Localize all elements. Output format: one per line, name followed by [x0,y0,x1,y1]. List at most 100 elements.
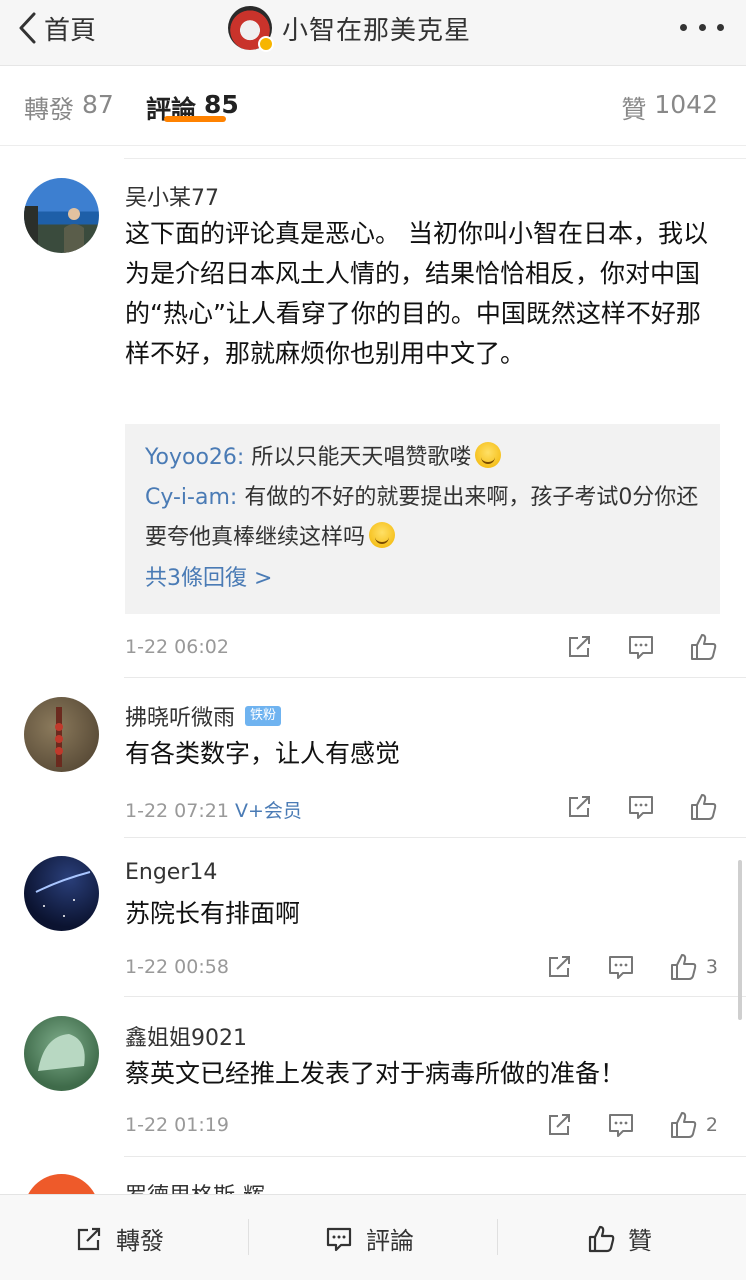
laugh-cry-emoji-icon [369,522,396,548]
like-button[interactable]: 3 [668,952,718,982]
back-label: 首頁 [44,15,97,46]
commenter-name[interactable]: Enger14 [125,860,217,885]
share-icon [548,1114,570,1135]
share-icon [569,796,590,817]
comment-icon [608,956,633,979]
comment-text: 蔡英文已经推上发表了对于病毒所做的准备！ [125,1059,626,1088]
comment-icon [629,796,653,819]
fan-badge: 铁粉 [245,706,282,726]
tab-likes-count: 1042 [654,90,718,119]
commenter-avatar[interactable] [24,178,99,253]
tab-bar: 轉發 87 評論 85 贊 1042 [0,66,746,146]
divider [124,837,746,838]
comment-actions: 2 [544,1110,718,1140]
reply-item: Yoyoo26: 所以只能天天唱赞歌喽 [145,438,700,478]
commenter-name[interactable]: 吴小某77 [125,180,219,212]
vip-member-label[interactable]: V+会员 [235,800,302,822]
comment-actions [564,792,718,822]
comment-icon [629,636,653,659]
scrollbar[interactable] [738,860,742,1020]
reply-item: Cy-i-am: 有做的不好的就要提出来啊，孩子考试0分你还要夸他真棒继续这样吗 [145,478,700,558]
comment-text: 这下面的评论真是恶心。 当初你叫小智在日本，我以为是介绍日本风土人情的，结果恰恰… [125,219,708,368]
commenter-avatar[interactable] [24,856,99,931]
like-post-button[interactable]: 贊 [586,1221,652,1256]
like-button[interactable]: 2 [668,1110,718,1140]
comment-button[interactable]: 評論 [324,1221,414,1256]
like-button[interactable] [688,792,718,822]
commenter-name[interactable]: 拂晓听微雨 铁粉 [125,700,282,732]
tab-forward-label: 轉發 [24,95,75,124]
tab-forward-count: 87 [82,90,114,119]
photo-icon [38,1034,85,1071]
bottom-action-bar: 轉發 評論 贊 [0,1194,746,1280]
thumbs-up-icon [588,1225,615,1252]
comment-time: 1-22 07:21 [125,800,229,822]
commenter-name[interactable]: 鑫姐姐9021 [125,1020,247,1052]
person-photo-icon [24,206,84,253]
more-dot-icon [698,23,706,31]
share-button[interactable] [564,632,594,662]
back-button[interactable]: 首頁 [16,8,96,48]
chevron-left-icon [19,12,36,44]
thumbs-up-icon [670,1112,697,1138]
reply-author[interactable]: Cy-i-am: [145,485,237,510]
divider [248,1219,249,1255]
divider [497,1219,498,1255]
like-label: 贊 [628,1227,652,1255]
commenter-name-text: 拂晓听微雨 [125,706,236,731]
comment-label: 評論 [366,1227,414,1255]
commenter-name-text: 吴小某77 [125,186,219,211]
author-avatar[interactable] [228,6,274,52]
comment-icon [608,1114,633,1137]
reply-author[interactable]: Yoyoo26: [145,445,244,470]
commenter-name-text: Enger14 [125,860,218,885]
share-icon [77,1227,101,1250]
comment-time: 1-22 06:02 [125,636,229,658]
like-button[interactable] [688,632,718,662]
page-title: 小智在那美克星 [282,15,472,46]
night-sky-icon [35,871,91,917]
tab-likes[interactable]: 贊 1042 [621,90,718,126]
reply-box[interactable]: Yoyoo26: 所以只能天天唱赞歌喽 Cy-i-am: 有做的不好的就要提出来… [125,424,720,614]
more-dot-icon [717,23,724,31]
reply-button[interactable] [606,952,636,982]
smile-emoji-icon [475,442,502,468]
share-button[interactable] [544,952,574,982]
comment-actions: 3 [544,952,718,982]
repost-label: 轉發 [116,1227,164,1255]
thumbs-up-icon [670,954,697,980]
share-button[interactable] [544,1110,574,1140]
reply-button[interactable] [606,1110,636,1140]
active-tab-indicator [164,116,226,122]
reply-button[interactable] [626,632,656,662]
reply-text: 所以只能天天唱赞歌喽 [251,445,472,470]
weibo-comment-page: 首頁 小智在那美克星 轉發 87 評論 85 贊 1042 吴小某77 这下面的… [0,0,746,1280]
comment-text: 有各类数字，让人有感觉 [125,739,401,768]
share-icon [548,956,570,977]
view-more-replies-link[interactable]: 共3條回復 > [145,560,700,592]
tab-forward[interactable]: 轉發 87 [24,90,114,126]
more-dot-icon [680,23,687,31]
divider [124,1156,746,1157]
commenter-avatar[interactable] [24,697,99,772]
divider [124,677,746,678]
divider [124,996,746,997]
comment-text: 苏院长有排面啊 [125,899,301,928]
share-button[interactable] [564,792,594,822]
comment-time: 1-22 00:58 [125,956,229,978]
repost-button[interactable]: 轉發 [74,1221,164,1256]
commenter-name-text: 鑫姐姐9021 [125,1026,247,1051]
like-count: 3 [705,956,718,978]
thumbs-up-icon [691,634,717,660]
verified-badge-icon [258,36,274,52]
reply-button[interactable] [626,792,656,822]
photo-icon [55,707,63,767]
thumbs-up-icon [691,794,717,820]
divider [124,158,746,159]
page-title-group[interactable]: 小智在那美克星 [228,6,472,52]
commenter-avatar[interactable] [24,1016,99,1091]
comment-time: 1-22 01:19 [125,1114,229,1136]
tab-likes-label: 贊 [621,95,647,124]
like-count: 2 [705,1114,718,1136]
more-options-button[interactable] [680,18,724,36]
